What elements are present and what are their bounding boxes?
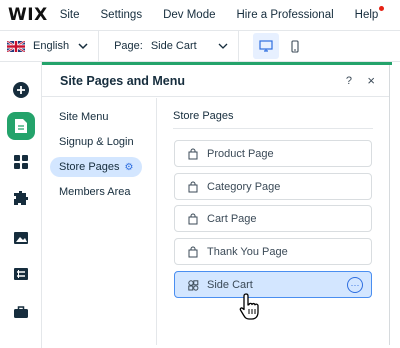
panel-header: Site Pages and Menu ? × <box>42 65 389 97</box>
image-icon <box>14 232 28 244</box>
shopping-bag-icon <box>187 181 199 193</box>
nav-item-label: Store Pages <box>59 161 120 173</box>
page-icon <box>15 119 27 133</box>
page-item-label: Side Cart <box>207 278 253 291</box>
page-item-product[interactable]: Product Page <box>174 140 372 167</box>
briefcase-icon <box>14 306 28 318</box>
nav-signup-login[interactable]: Signup & Login <box>50 132 134 152</box>
shopping-bag-icon <box>187 246 199 258</box>
grid-icon <box>14 155 28 169</box>
menu-dev-mode[interactable]: Dev Mode <box>163 9 215 21</box>
uk-flag-icon[interactable] <box>7 40 25 52</box>
app-market-button[interactable] <box>9 186 33 210</box>
desktop-view-button[interactable] <box>252 33 279 59</box>
page-item-thank-you[interactable]: Thank You Page <box>174 238 372 265</box>
pages-button[interactable] <box>7 112 35 140</box>
mobile-icon <box>291 39 299 53</box>
nav-item-label: Site Menu <box>59 111 109 123</box>
divider <box>237 30 239 62</box>
nav-item-label: Signup & Login <box>59 136 134 148</box>
chevron-down-icon[interactable] <box>218 41 228 51</box>
plus-circle-icon <box>13 82 29 98</box>
top-bar: WIX Site Settings Dev Mode Hire a Profes… <box>0 0 400 30</box>
mobile-view-button[interactable] <box>282 33 308 59</box>
apps-button[interactable] <box>9 150 33 174</box>
menu-help[interactable]: Help <box>354 6 385 21</box>
top-menu: Site Settings Dev Mode Hire a Profession… <box>60 6 385 21</box>
add-button[interactable] <box>9 78 33 102</box>
divider <box>173 128 373 129</box>
menu-settings[interactable]: Settings <box>101 9 143 21</box>
menu-hire-professional[interactable]: Hire a Professional <box>237 9 334 21</box>
menu-site[interactable]: Site <box>60 9 80 21</box>
notification-dot <box>379 6 385 11</box>
device-switcher <box>252 30 308 62</box>
nav-site-menu[interactable]: Site Menu <box>50 107 109 127</box>
panel-title: Site Pages and Menu <box>60 73 186 88</box>
help-icon[interactable]: ? <box>346 75 352 87</box>
panel-content: Store Pages Product Page Category Page C… <box>158 98 390 345</box>
wix-logo[interactable]: WIX <box>8 5 48 25</box>
divider <box>98 30 100 62</box>
language-selector[interactable]: English <box>33 40 69 52</box>
page-item-label: Category Page <box>207 180 281 193</box>
site-pages-panel: Site Pages and Menu ? × Site Menu Signup… <box>42 65 390 345</box>
close-icon[interactable]: × <box>367 73 375 88</box>
page-selector[interactable]: Side Cart <box>151 40 197 52</box>
business-button[interactable] <box>9 300 33 324</box>
page-item-label: Thank You Page <box>207 245 288 258</box>
desktop-icon <box>259 40 273 52</box>
table-icon <box>14 268 28 280</box>
gear-icon[interactable]: ⚙ <box>125 162 134 173</box>
cart-widget-icon <box>187 279 199 291</box>
page-item-cart[interactable]: Cart Page <box>174 205 372 232</box>
more-actions-button[interactable]: ··· <box>347 277 363 293</box>
puzzle-icon <box>14 191 28 205</box>
nav-store-pages[interactable]: Store Pages ⚙ <box>50 157 142 177</box>
nav-members-area[interactable]: Members Area <box>50 182 131 202</box>
panel-nav: Site Menu Signup & Login Store Pages ⚙ Me… <box>42 98 157 345</box>
page-item-label: Product Page <box>207 147 274 160</box>
hand-cursor-icon <box>239 293 259 320</box>
section-title: Store Pages <box>173 110 234 122</box>
nav-item-label: Members Area <box>59 186 131 198</box>
page-label: Page: <box>114 40 143 52</box>
page-item-side-cart[interactable]: Side Cart ··· <box>174 271 372 298</box>
page-item-label: Cart Page <box>207 212 257 225</box>
page-item-category[interactable]: Category Page <box>174 173 372 200</box>
shopping-bag-icon <box>187 213 199 225</box>
shopping-bag-icon <box>187 148 199 160</box>
media-button[interactable] <box>9 226 33 250</box>
editor-toolbar: English Page: Side Cart <box>0 30 400 62</box>
menu-help-label: Help <box>354 9 379 21</box>
left-sidebar <box>0 62 42 348</box>
cms-button[interactable] <box>9 262 33 286</box>
chevron-down-icon[interactable] <box>78 41 88 51</box>
